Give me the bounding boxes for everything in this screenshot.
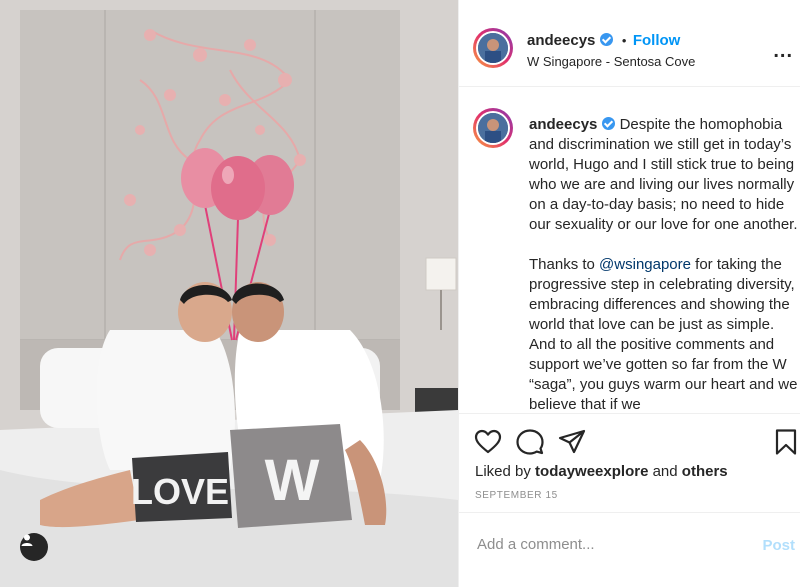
photo-illustration: LOVE W <box>0 0 458 587</box>
comment-input[interactable] <box>475 535 739 554</box>
verified-badge-icon <box>600 33 614 46</box>
author-username[interactable]: andeecys <box>527 32 595 49</box>
likes-others-link[interactable]: others <box>682 463 728 480</box>
post-header: andeecys • Follow W Singapore - Sentosa … <box>459 12 800 87</box>
caption-p2-after: for taking the progressive step in celeb… <box>529 256 798 413</box>
location-link[interactable]: W Singapore - Sentosa Cove <box>527 54 695 69</box>
mention-link[interactable]: @wsingapore <box>599 256 691 273</box>
caption-text: andeecys Despite the homophobia and disc… <box>529 115 799 413</box>
author-avatar[interactable] <box>473 28 513 68</box>
caption-verified-icon <box>602 117 616 130</box>
action-bar <box>459 415 800 465</box>
comment-icon[interactable] <box>515 427 545 457</box>
avatar-image <box>478 33 508 63</box>
follow-button[interactable]: Follow <box>633 32 681 49</box>
user-tag-icon <box>21 534 33 546</box>
caption-username[interactable]: andeecys <box>529 116 597 133</box>
likes-user-link[interactable]: todayweexplore <box>535 463 648 480</box>
likes-summary: Liked by todayweexplore and others <box>475 463 728 480</box>
heart-icon[interactable] <box>473 427 503 457</box>
comment-bar: Post <box>459 512 800 587</box>
caption-section: andeecys Despite the homophobia and disc… <box>459 88 800 414</box>
separator-dot: • <box>621 33 627 48</box>
caption-avatar[interactable] <box>473 108 513 148</box>
likes-middle: and <box>652 463 678 480</box>
post-date[interactable]: SEPTEMBER 15 <box>475 490 558 501</box>
post-details-panel: andeecys • Follow W Singapore - Sentosa … <box>458 0 800 587</box>
post-photo[interactable]: LOVE W <box>0 0 458 587</box>
caption-avatar-image <box>478 113 508 143</box>
more-options-icon[interactable]: ... <box>773 40 793 63</box>
share-icon[interactable] <box>557 427 587 457</box>
pillow-love-text: LOVE <box>131 471 229 512</box>
pillow-w-text: W <box>265 448 320 513</box>
user-tag-button[interactable] <box>20 533 48 561</box>
caption-p2-before: Thanks to <box>529 256 600 273</box>
caption-paragraph-1: Despite the homophobia and discriminatio… <box>529 116 798 233</box>
bookmark-icon[interactable] <box>771 427 800 457</box>
post-comment-button[interactable]: Post <box>762 537 795 554</box>
likes-prefix: Liked by <box>475 463 531 480</box>
